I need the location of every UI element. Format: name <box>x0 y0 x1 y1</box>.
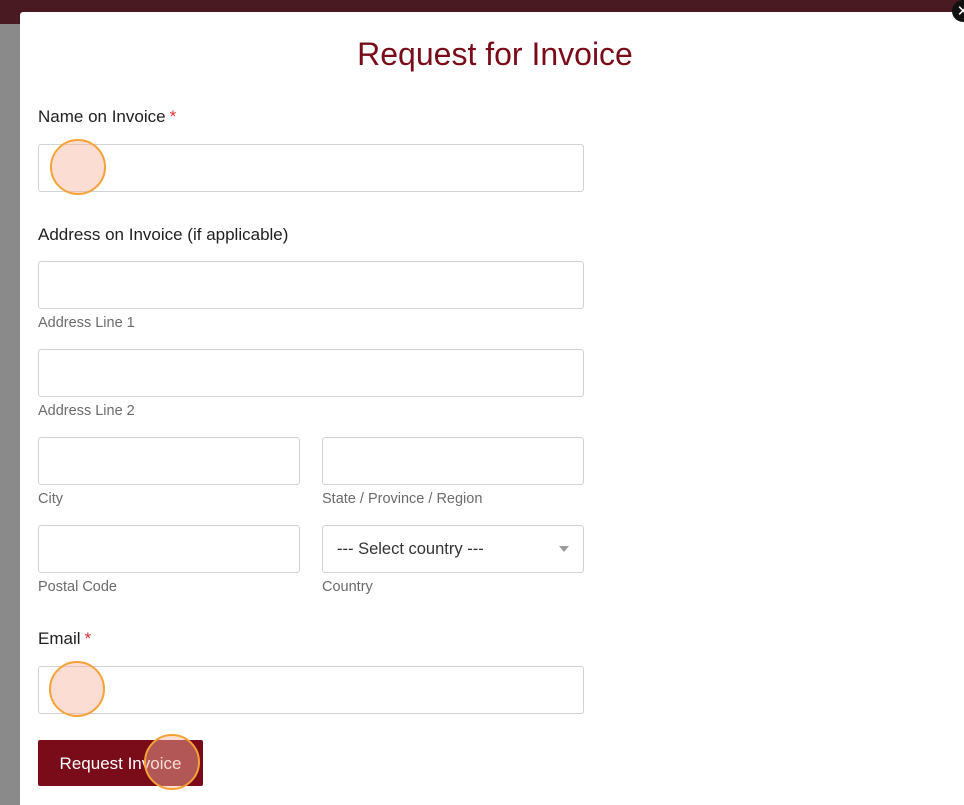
city-hint: City <box>38 491 63 507</box>
country-select[interactable]: --- Select country --- <box>322 525 584 573</box>
address-section-label: Address on Invoice (if applicable) <box>38 225 289 244</box>
country-hint: Country <box>322 579 373 595</box>
country-select-value: --- Select country --- <box>337 540 484 558</box>
state-hint: State / Province / Region <box>322 491 483 507</box>
city-input[interactable] <box>38 437 300 485</box>
email-required-mark: * <box>84 629 92 648</box>
email-input[interactable] <box>38 666 584 714</box>
chevron-down-icon <box>559 546 569 552</box>
postal-code-hint: Postal Code <box>38 579 117 595</box>
email-label: Email * <box>38 629 91 649</box>
click-marker <box>144 734 200 790</box>
name-label-text: Name on Invoice <box>38 107 166 126</box>
modal-title: Request for Invoice <box>357 36 633 72</box>
address-line1-input[interactable] <box>38 261 584 309</box>
email-label-text: Email <box>38 629 81 648</box>
backdrop-strip <box>0 24 20 805</box>
name-input[interactable] <box>38 144 584 192</box>
name-required-mark: * <box>169 107 177 126</box>
address-line2-hint: Address Line 2 <box>38 403 135 419</box>
invoice-modal: Request for Invoice Name on Invoice * Add… <box>20 12 964 805</box>
click-marker <box>50 139 106 195</box>
name-label: Name on Invoice * <box>38 107 176 127</box>
postal-code-input[interactable] <box>38 525 300 573</box>
address-line2-input[interactable] <box>38 349 584 397</box>
address-line1-hint: Address Line 1 <box>38 315 135 331</box>
state-input[interactable] <box>322 437 584 485</box>
click-marker <box>49 661 105 717</box>
